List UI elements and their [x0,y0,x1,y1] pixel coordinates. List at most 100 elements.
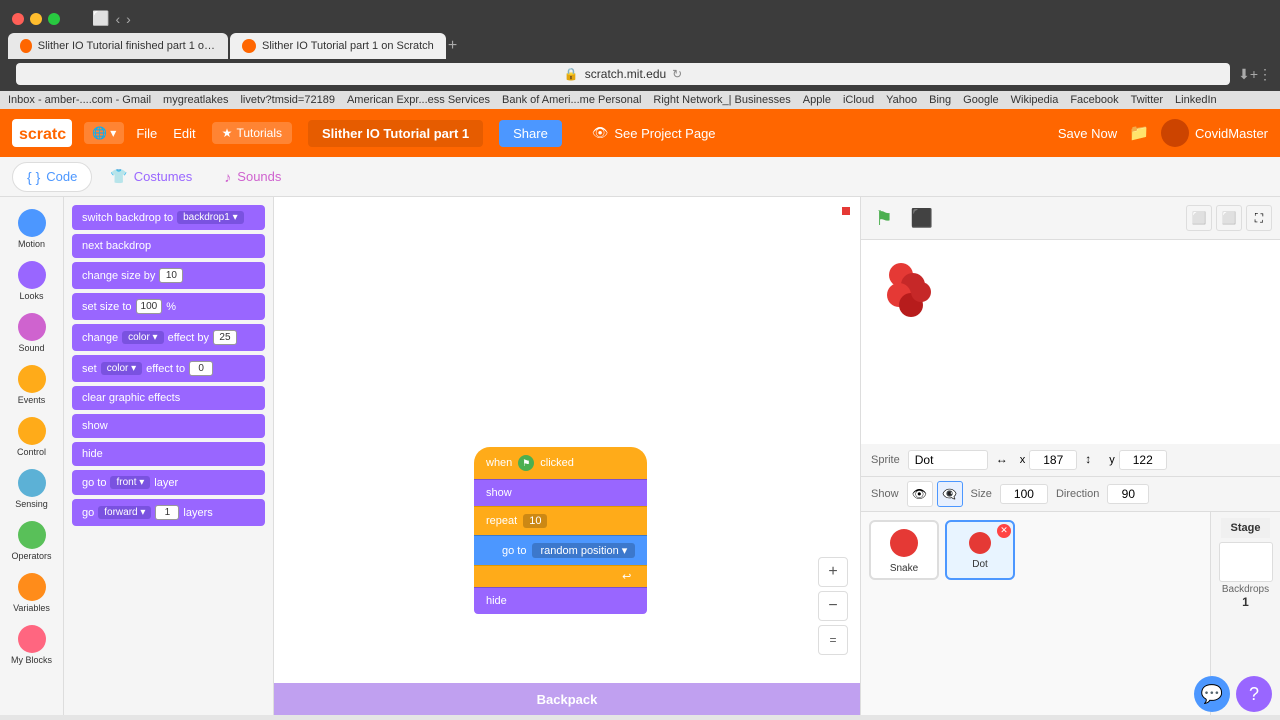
downloads-button[interactable]: ⬇ [1238,66,1250,83]
sprite-thumb-snake[interactable]: Snake [869,520,939,580]
show-visible-button[interactable]: 👁 [907,481,933,507]
language-button[interactable]: 🌐 ▾ [84,122,124,144]
add-bookmark-button[interactable]: + [1250,66,1258,82]
close-window-button[interactable] [12,13,24,25]
extensions-button[interactable]: ⋮ [1258,66,1272,83]
change-size-input[interactable]: 10 [159,268,183,283]
goto-block[interactable]: go to random position ▾ [474,535,647,565]
repeat-val[interactable]: 10 [523,514,547,528]
bookmark-wikipedia[interactable]: Wikipedia [1011,94,1059,106]
block-backdrop-dropdown[interactable]: backdrop1 ▾ [177,211,244,224]
palette-item-events[interactable]: Events [4,361,60,409]
save-now-button[interactable]: Save Now [1058,126,1117,141]
zoom-in-button[interactable]: + [818,557,848,587]
new-tab-button[interactable]: + [448,33,457,59]
x-input[interactable] [1029,450,1077,470]
block-next-backdrop[interactable]: next backdrop [72,234,265,258]
block-set-size[interactable]: set size to 100 % [72,293,265,320]
zoom-out-button[interactable]: − [818,591,848,621]
set-effect-input[interactable]: 0 [189,361,213,376]
bookmark-linkedin[interactable]: LinkedIn [1175,94,1217,106]
green-flag-button[interactable]: ⚑ [869,203,899,233]
file-menu[interactable]: File [136,126,157,141]
forward-input[interactable]: 1 [155,505,179,520]
hide-block[interactable]: hide [474,587,647,614]
stop-button[interactable]: ⬛ [907,203,937,233]
size-input[interactable] [1000,484,1048,504]
direction-input[interactable] [1107,484,1149,504]
folder-button[interactable]: 📁 [1129,123,1149,143]
stage-medium-button[interactable]: ⬜ [1216,205,1242,231]
palette-item-motion[interactable]: Motion [4,205,60,253]
bookmark-gmail[interactable]: Inbox - amber-....com - Gmail [8,94,151,106]
effect-input[interactable]: 25 [213,330,237,345]
repeat-block[interactable]: repeat 10 [474,506,647,535]
reload-button[interactable]: ↻ [672,67,682,81]
hat-block[interactable]: when ⚑ clicked show repeat 10 go to [474,447,647,614]
script-canvas[interactable]: when ⚑ clicked show repeat 10 go to [274,197,860,715]
palette-item-variables[interactable]: Variables [4,569,60,617]
bookmark-yahoo[interactable]: Yahoo [886,94,917,106]
block-change-effect[interactable]: change color ▾ effect by 25 [72,324,265,351]
bookmark-livetv[interactable]: livetv?tmsid=72189 [240,94,334,106]
block-switch-backdrop[interactable]: switch backdrop to backdrop1 ▾ [72,205,265,230]
y-input[interactable] [1119,450,1167,470]
browser-tab-2[interactable]: Slither IO Tutorial part 1 on Scratch [230,33,446,59]
bookmark-boa[interactable]: Bank of Ameri...me Personal [502,94,641,106]
tab-costumes[interactable]: 👕 Costumes [96,162,206,191]
palette-item-sensing[interactable]: Sensing [4,465,60,513]
tutorials-button[interactable]: ★ Tutorials [212,122,292,144]
forward-button[interactable]: › [126,11,131,27]
sprite-thumb-dot[interactable]: ✕ Dot [945,520,1015,580]
zoom-fit-button[interactable]: = [818,625,848,655]
effect-dropdown[interactable]: color ▾ [122,331,163,344]
tab-code[interactable]: { } Code [12,162,92,192]
bookmark-facebook[interactable]: Facebook [1070,94,1118,106]
bookmark-apple[interactable]: Apple [803,94,831,106]
maximize-window-button[interactable] [48,13,60,25]
help-button[interactable]: ? [1236,676,1272,712]
goto-dropdown[interactable]: random position ▾ [532,543,635,558]
palette-item-myblocks[interactable]: My Blocks [4,621,60,669]
tab-sounds[interactable]: ♪ Sounds [210,163,295,191]
stage-canvas[interactable] [861,240,1280,444]
palette-item-looks[interactable]: Looks [4,257,60,305]
block-show[interactable]: show [72,414,265,438]
layer-dropdown[interactable]: front ▾ [110,476,150,489]
palette-item-control[interactable]: Control [4,413,60,461]
stage-fullscreen-button[interactable]: ⛶ [1246,205,1272,231]
minimize-window-button[interactable] [30,13,42,25]
bookmark-twitter[interactable]: Twitter [1131,94,1163,106]
palette-item-operators[interactable]: Operators [4,517,60,565]
show-hidden-button[interactable]: 👁‍🗨 [937,481,963,507]
chat-button[interactable]: 💬 [1194,676,1230,712]
bookmark-amex[interactable]: American Expr...ess Services [347,94,490,106]
share-button[interactable]: Share [499,120,562,147]
block-go-forward[interactable]: go forward ▾ 1 layers [72,499,265,526]
backpack-bar[interactable]: Backpack [274,683,860,715]
sprite-name-input[interactable] [908,450,988,470]
sidebar-toggle-button[interactable]: ⬜ [92,10,109,27]
set-size-input[interactable]: 100 [136,299,163,314]
edit-menu[interactable]: Edit [173,126,195,141]
block-clear-effects[interactable]: clear graphic effects [72,386,265,410]
bookmark-google[interactable]: Google [963,94,998,106]
block-hide[interactable]: hide [72,442,265,466]
bookmark-rightnetwork[interactable]: Right Network_| Businesses [653,94,790,106]
back-button[interactable]: ‹ [115,11,120,27]
see-project-button[interactable]: 👁 See Project Page [578,119,730,147]
bookmark-bing[interactable]: Bing [929,94,951,106]
stage-small-button[interactable]: ⬜ [1186,205,1212,231]
script-block-group[interactable]: when ⚑ clicked show repeat 10 go to [474,447,647,614]
browser-tab-1[interactable]: Slither IO Tutorial finished part 1 on S… [8,33,228,59]
scratch-logo[interactable]: scratch [12,119,72,147]
forward-dropdown[interactable]: forward ▾ [98,506,151,519]
block-change-size[interactable]: change size by 10 [72,262,265,289]
block-set-effect[interactable]: set color ▾ effect to 0 [72,355,265,382]
bookmark-icloud[interactable]: iCloud [843,94,874,106]
user-area[interactable]: CovidMaster [1161,119,1268,147]
sprite-delete-button[interactable]: ✕ [997,524,1011,538]
bookmark-mygreatlakes[interactable]: mygreatlakes [163,94,228,106]
set-effect-dropdown[interactable]: color ▾ [101,362,142,375]
project-title-button[interactable]: Slither IO Tutorial part 1 [308,120,483,147]
